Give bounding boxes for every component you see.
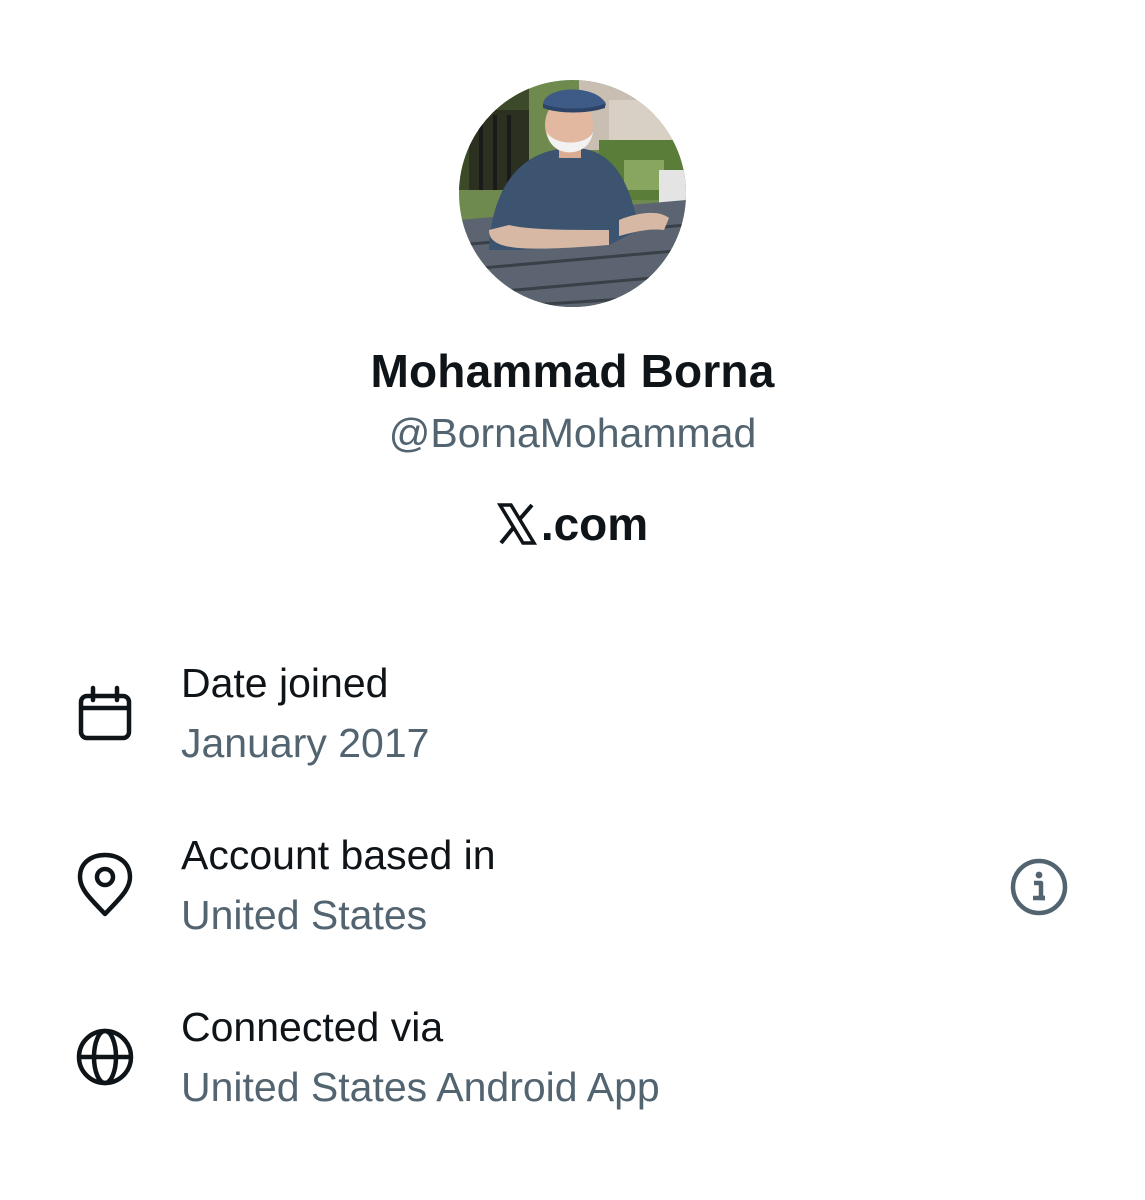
profile-photo xyxy=(459,80,686,307)
display-name: Mohammad Borna xyxy=(370,345,775,397)
profile-avatar[interactable] xyxy=(459,80,686,307)
detail-label: Date joined xyxy=(181,660,389,706)
x-logo-icon xyxy=(496,503,537,545)
globe-icon xyxy=(76,1028,134,1086)
brand-suffix: .com xyxy=(540,498,649,550)
detail-row-account-based-in: Account based in United States xyxy=(0,822,1145,962)
detail-value: United States Android App xyxy=(181,1064,660,1110)
location-pin-icon xyxy=(77,852,133,917)
calendar-icon xyxy=(78,685,132,741)
info-icon[interactable] xyxy=(1008,856,1070,918)
detail-label: Account based in xyxy=(181,832,496,878)
detail-label: Connected via xyxy=(181,1004,444,1050)
detail-row-connected-via: Connected via United States Android App xyxy=(0,994,1145,1134)
user-handle: @BornaMohammad xyxy=(388,410,757,456)
detail-value: United States xyxy=(181,892,428,938)
detail-row-date-joined: Date joined January 2017 xyxy=(0,650,1145,790)
detail-value: January 2017 xyxy=(181,720,430,766)
brand-line: .com xyxy=(0,497,1145,551)
